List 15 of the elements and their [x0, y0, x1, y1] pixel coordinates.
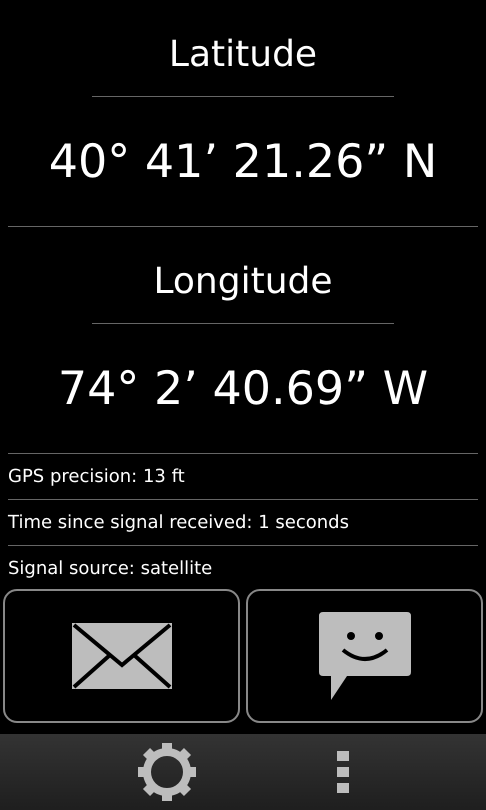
envelope-icon	[70, 621, 174, 691]
info-text: GPS precision: 13 ft	[8, 466, 185, 487]
chat-bubble-icon	[316, 610, 412, 702]
info-text: Time since signal received: 1 seconds	[8, 512, 349, 533]
settings-button[interactable]	[137, 742, 197, 802]
email-button[interactable]	[3, 589, 240, 723]
settings-icon	[137, 742, 197, 802]
info-text: Signal source: satellite	[8, 558, 212, 579]
coordinate-value: 40° 41’ 21.26” N	[48, 133, 438, 190]
coordinate-label: Longitude	[153, 260, 333, 304]
more-button[interactable]	[337, 751, 349, 793]
message-button[interactable]	[246, 589, 483, 723]
coordinate-label: Latitude	[168, 33, 318, 77]
more-icon	[337, 751, 349, 793]
coordinate-value: 74° 2’ 40.69” W	[58, 360, 428, 417]
